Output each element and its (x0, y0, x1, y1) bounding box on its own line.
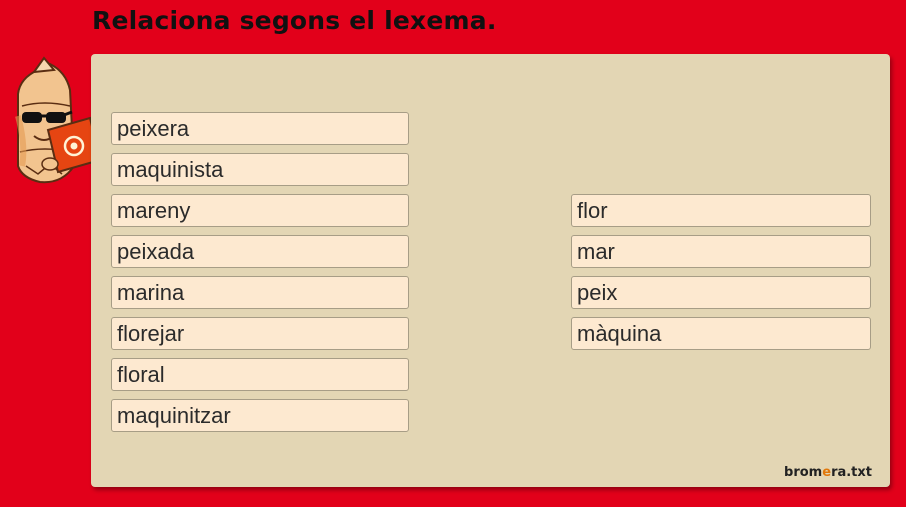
word-card-floral[interactable]: floral (111, 358, 409, 391)
word-card-peixada[interactable]: peixada (111, 235, 409, 268)
word-card-marina[interactable]: marina (111, 276, 409, 309)
reading-pencil-mascot-icon (15, 56, 103, 184)
lexeme-target-flor[interactable]: flor (571, 194, 871, 227)
lexeme-target-maquina[interactable]: màquina (571, 317, 871, 350)
word-card-florejar[interactable]: florejar (111, 317, 409, 350)
page-title: Relaciona segons el lexema. (92, 6, 497, 35)
word-card-maquinitzar[interactable]: maquinitzar (111, 399, 409, 432)
word-card-maquinista[interactable]: maquinista (111, 153, 409, 186)
word-card-peixera[interactable]: peixera (111, 112, 409, 145)
bromera-logo: bromera.txt (784, 465, 872, 480)
word-card-mareny[interactable]: mareny (111, 194, 409, 227)
lexeme-target-mar[interactable]: mar (571, 235, 871, 268)
lexeme-target-peix[interactable]: peix (571, 276, 871, 309)
